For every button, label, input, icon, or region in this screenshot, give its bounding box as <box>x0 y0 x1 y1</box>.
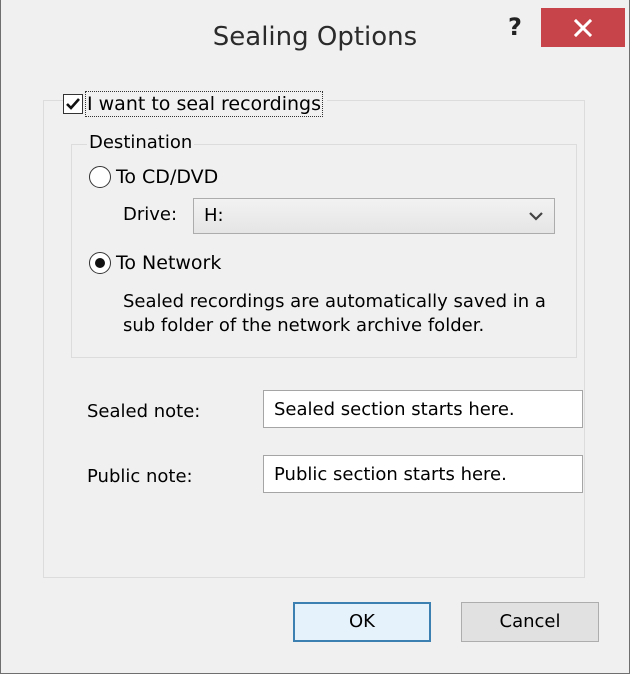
close-button[interactable] <box>541 8 625 47</box>
close-icon <box>574 19 592 37</box>
network-description-line-1: Sealed recordings are automatically save… <box>123 291 546 312</box>
public-note-input[interactable] <box>263 455 583 493</box>
drive-dropdown[interactable]: H: <box>193 198 555 234</box>
destination-legend: Destination <box>87 132 195 153</box>
sealed-note-label: Sealed note: <box>87 401 201 422</box>
network-description: Sealed recordings are automatically save… <box>123 290 546 338</box>
radio-selected-dot <box>95 258 105 268</box>
title-bar[interactable]: Sealing Options ? <box>1 0 629 76</box>
chevron-down-icon <box>529 212 543 221</box>
drive-label: Drive: <box>123 204 178 225</box>
radio-label-cd-dvd: To CD/DVD <box>116 166 219 188</box>
radio-button-network[interactable] <box>89 252 111 274</box>
cancel-button[interactable]: Cancel <box>461 602 599 642</box>
sealing-options-dialog: Sealing Options ? I want to seal recordi… <box>0 0 630 674</box>
seal-recordings-checkbox[interactable] <box>63 94 83 114</box>
seal-recordings-option[interactable]: I want to seal recordings <box>63 90 327 118</box>
checkmark-icon <box>66 98 80 110</box>
radio-label-network: To Network <box>116 252 222 274</box>
public-note-label: Public note: <box>87 466 193 487</box>
help-button[interactable]: ? <box>495 8 535 46</box>
seal-recordings-label[interactable]: I want to seal recordings <box>85 91 323 117</box>
network-description-line-2: sub folder of the network archive folder… <box>123 315 485 336</box>
sealed-note-input[interactable] <box>263 390 583 428</box>
radio-to-network[interactable]: To Network <box>89 252 221 274</box>
ok-button[interactable]: OK <box>293 602 431 642</box>
drive-selected-value: H: <box>204 205 224 226</box>
radio-to-cd-dvd[interactable]: To CD/DVD <box>89 166 218 188</box>
radio-button-cd-dvd[interactable] <box>89 166 111 188</box>
